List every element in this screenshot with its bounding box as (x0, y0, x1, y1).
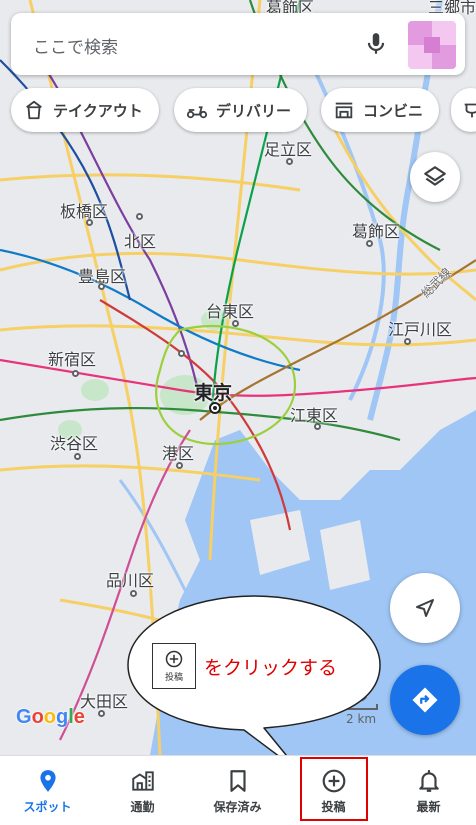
bell-icon (418, 769, 439, 792)
map-dot (178, 350, 185, 357)
map-label-katsushika: 葛飾区 (352, 222, 401, 241)
microphone-icon[interactable] (363, 31, 389, 57)
search-bar[interactable]: ここで検索 (11, 13, 465, 75)
bookmark-icon (229, 769, 246, 792)
chip-convenience-store[interactable]: コンビニ (321, 88, 440, 132)
map-dot (314, 423, 321, 430)
map-dot (98, 283, 105, 290)
chip-label: コンビニ (363, 101, 424, 120)
callout-post-icon-box: 投稿 (152, 643, 196, 689)
map-dot (74, 453, 81, 460)
chip-label: テイクアウト (53, 101, 143, 120)
map-label-taito: 台東区 (206, 302, 255, 321)
map-label-minato: 港区 (162, 444, 195, 463)
map-label-shinjuku: 新宿区 (48, 350, 97, 369)
category-chips: テイクアウト デリバリー コンビニ (11, 88, 476, 132)
map-dot (136, 213, 143, 220)
scale-miles: 1 マイル (320, 690, 368, 704)
scale-km: 2 km (346, 712, 377, 726)
map-label-adachi: 足立区 (264, 140, 313, 159)
chip-label: デリバリー (216, 101, 292, 120)
callout-icon-caption: 投稿 (164, 673, 183, 683)
nav-label: スポット (23, 799, 72, 814)
bottom-nav: スポット 通勤 保存済み 投稿 最新 (0, 755, 476, 825)
map-dot (72, 370, 79, 377)
commute-building-icon (131, 770, 154, 791)
location-pin-icon (39, 769, 56, 792)
callout-text: をクリックする (204, 656, 338, 679)
map-dot (404, 338, 411, 345)
layers-button[interactable] (410, 152, 460, 202)
map-label-ota: 大田区 (80, 692, 129, 711)
search-input[interactable]: ここで検索 (33, 33, 118, 58)
nav-label: 通勤 (130, 799, 155, 814)
restaurant-icon (464, 103, 476, 118)
nav-label: 最新 (416, 799, 441, 814)
map-label-shibuya: 渋谷区 (50, 434, 99, 453)
directions-icon (412, 687, 438, 713)
map-label-itabashi: 板橋区 (60, 202, 109, 221)
navigation-arrow-icon (416, 599, 434, 617)
add-circle-icon (165, 650, 183, 668)
convenience-store-icon (335, 102, 353, 119)
nav-label: 保存済み (213, 799, 262, 814)
map-label-edogawa: 江戸川区 (388, 320, 453, 339)
chip-takeout[interactable]: テイクアウト (11, 88, 159, 132)
chip-delivery[interactable]: デリバリー (174, 88, 308, 132)
map-dot (366, 240, 373, 247)
nav-spots[interactable]: スポット (0, 756, 95, 825)
nav-saved[interactable]: 保存済み (190, 756, 285, 825)
map-label-tokyo: 東京 (194, 382, 233, 404)
tokyo-station-marker (209, 402, 221, 414)
my-location-button[interactable] (390, 573, 460, 643)
callout-content: 投稿 をクリックする (152, 643, 337, 689)
map-label-koto: 江東区 (290, 406, 339, 425)
map-label-kita: 北区 (124, 232, 157, 251)
map-dot (286, 158, 293, 165)
post-highlight-box (300, 757, 368, 821)
map-label-shinagawa: 品川区 (106, 571, 155, 590)
chip-more[interactable] (451, 88, 476, 132)
map-dot (176, 462, 183, 469)
nav-updates[interactable]: 最新 (381, 756, 476, 825)
avatar[interactable] (408, 21, 456, 69)
layers-icon (424, 166, 446, 186)
takeout-icon (26, 100, 42, 120)
nav-commute[interactable]: 通勤 (95, 756, 190, 825)
map-dot (98, 710, 105, 717)
google-logo: Google (16, 706, 85, 728)
delivery-scooter-icon (186, 106, 208, 119)
directions-button[interactable] (390, 665, 460, 735)
map-dot (130, 590, 137, 597)
map-dot (86, 219, 93, 226)
map-dot (232, 320, 239, 327)
scale-bar (322, 704, 378, 710)
